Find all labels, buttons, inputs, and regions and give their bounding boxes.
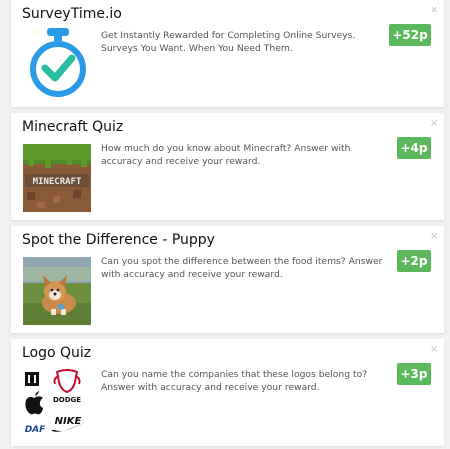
offer-description: Can you name the companies that these lo… [101,369,368,393]
close-icon[interactable]: × [430,116,438,130]
daf-logo-text: DAF [25,425,46,435]
reward-button[interactable]: +3p [397,363,431,385]
offer-card-logo-quiz[interactable]: Logo Quiz × DODGE DAF NIKE Can you name … [11,339,444,446]
offer-title: Minecraft Quiz [22,119,124,135]
dodge-logo-text: DODGE [53,396,81,404]
offer-title: Logo Quiz [22,345,92,361]
offer-card-spot-the-difference[interactable]: Spot the Difference - Puppy × Can you sp… [11,226,444,333]
offer-title: Spot the Difference - Puppy [22,232,215,248]
offer-card-surveytime[interactable]: SurveyTime.io × Get Instantly Rewarded f… [11,0,444,107]
minecraft-logo-text: MINECRAFT [33,177,82,187]
close-icon[interactable]: × [430,3,438,17]
reward-button[interactable]: +52p [389,24,431,46]
offer-list: SurveyTime.io × Get Instantly Rewarded f… [0,0,450,449]
minecraft-grass-block-logo: MINECRAFT [23,144,91,212]
offer-description: Get Instantly Rewarded for Completing On… [101,30,356,54]
close-icon[interactable]: × [430,229,438,243]
reward-button[interactable]: +2p [397,250,431,272]
offer-description: How much do you know about Minecraft? An… [101,143,351,167]
puppy-photo [23,257,91,325]
offer-title: SurveyTime.io [22,6,122,22]
brand-logos-collage: DODGE DAF NIKE [23,368,95,440]
close-icon[interactable]: × [430,342,438,356]
offer-description: Can you spot the difference between the … [101,256,383,280]
nike-logo-text: NIKE [55,416,82,427]
reward-button[interactable]: +4p [397,137,431,159]
stopwatch-check-icon [23,26,93,100]
offer-card-minecraft-quiz[interactable]: Minecraft Quiz × MINECRAFT How much do y… [11,113,444,220]
